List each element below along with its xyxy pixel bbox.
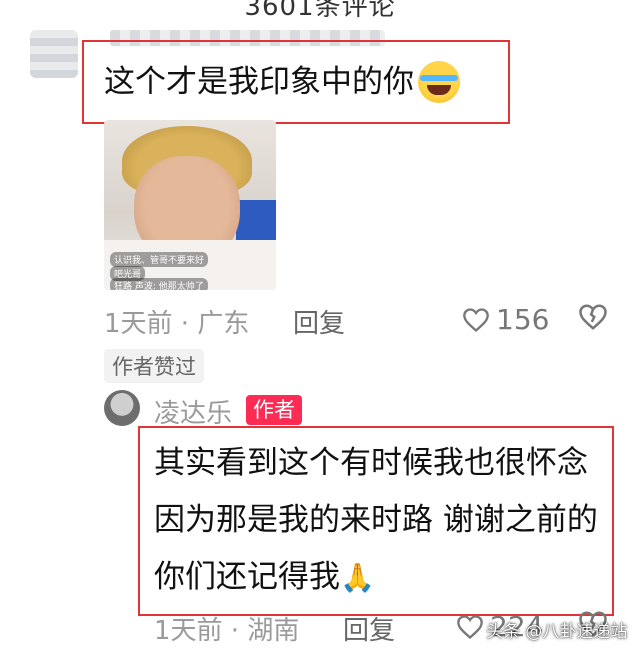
- blurred-avatar[interactable]: [30, 30, 78, 78]
- username[interactable]: 凌达乐: [154, 393, 232, 430]
- folded-hands-icon: 🙏: [340, 561, 375, 594]
- author-liked-badge: 作者赞过: [104, 349, 204, 383]
- avatar[interactable]: [104, 390, 140, 426]
- image-caption: 狂路 声波: 他那太帅了: [110, 278, 208, 290]
- dislike-button[interactable]: [578, 303, 608, 335]
- like-count: 156: [496, 303, 550, 336]
- comment-image[interactable]: 认识我、管哥不要来好 吧光哥 狂路 声波: 他那太帅了: [104, 120, 276, 290]
- like-button[interactable]: 156: [462, 303, 549, 336]
- comment-text: 这个才是我印象中的你: [104, 60, 460, 104]
- author-badge: 作者: [246, 395, 302, 425]
- reply-button[interactable]: 回复: [343, 610, 395, 647]
- comment-count-title: 3601条评论: [244, 0, 396, 22]
- watermark: 头条 @八卦速递站: [486, 622, 628, 642]
- comment-body: 这个才是我印象中的你: [104, 64, 414, 100]
- comment-text: 其实看到这个有时候我也很怀念 因为那是我的来时路 谢谢之前的你们还记得我🙏: [154, 435, 606, 606]
- heart-icon: [463, 307, 489, 332]
- broken-heart-icon: [579, 304, 607, 330]
- image-caption: 认识我、管哥不要来好: [110, 252, 209, 267]
- comment-meta: 1天前 · 广东: [104, 309, 250, 339]
- comment-meta: 1天前 · 湖南: [154, 616, 300, 646]
- heart-icon: [457, 614, 483, 639]
- reply-button[interactable]: 回复: [293, 303, 345, 340]
- crying-face-icon: [418, 61, 460, 103]
- comment-body: 其实看到这个有时候我也很怀念 因为那是我的来时路 谢谢之前的你们还记得我: [154, 445, 598, 595]
